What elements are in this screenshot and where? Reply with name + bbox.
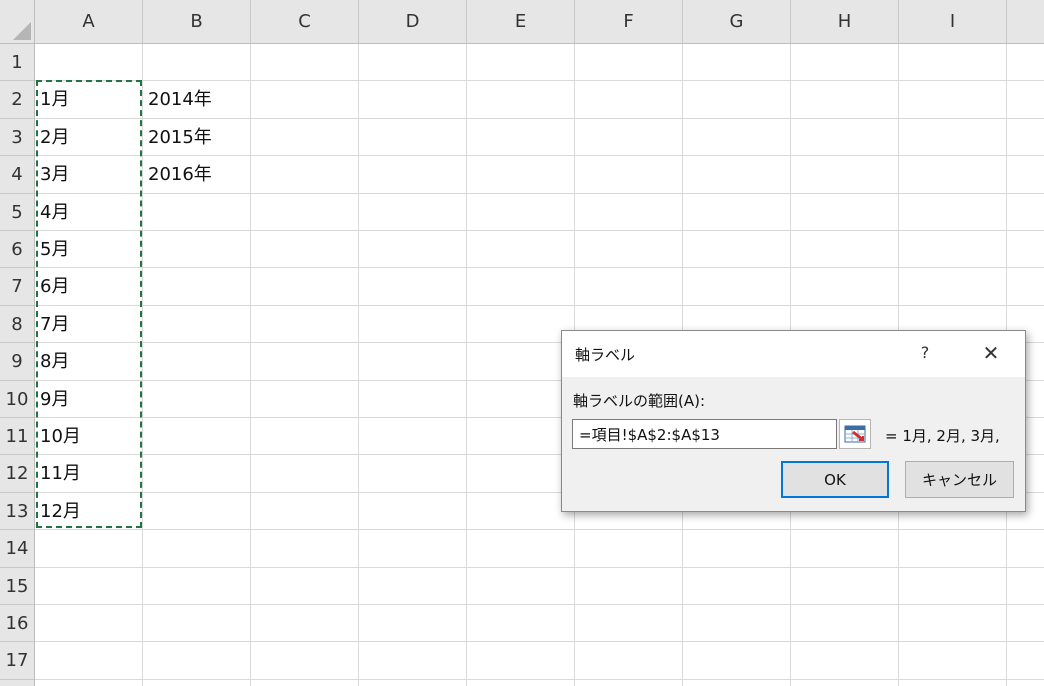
select-all-button[interactable] [0, 0, 35, 44]
grid-hline [35, 678, 1044, 680]
select-all-triangle-icon [13, 22, 31, 40]
row-headers: 1 2 3 4 5 6 7 8 9 10 11 12 13 14 15 16 17 [0, 44, 35, 686]
cell-a8[interactable]: 7月 [40, 306, 69, 343]
cell-b2[interactable]: 2014年 [148, 81, 212, 118]
range-select-button[interactable] [839, 419, 871, 449]
cell-b3[interactable]: 2015年 [148, 119, 212, 156]
column-header-d[interactable]: D [359, 0, 467, 43]
column-headers: ABCDEFGHI [35, 0, 1044, 44]
cell-a13[interactable]: 12月 [40, 493, 81, 530]
close-button[interactable]: ✕ [974, 339, 1008, 367]
row-header-5[interactable]: 5 [0, 194, 34, 231]
cell-b4[interactable]: 2016年 [148, 156, 212, 193]
cell-a5[interactable]: 4月 [40, 194, 69, 231]
grid-hline [35, 641, 1044, 643]
row-header-2[interactable]: 2 [0, 81, 34, 119]
cell-a7[interactable]: 6月 [40, 268, 69, 305]
row-header-16[interactable]: 16 [0, 605, 34, 643]
column-header-h[interactable]: H [791, 0, 899, 43]
axis-label-range-label: 軸ラベルの範囲(A): [573, 392, 706, 410]
grid-vline [250, 44, 251, 686]
grid-hline [35, 304, 1044, 306]
row-header-8[interactable]: 8 [0, 306, 34, 344]
cell-a4[interactable]: 3月 [40, 156, 69, 193]
row-header-14[interactable]: 14 [0, 530, 34, 568]
row-header-10[interactable]: 10 [0, 381, 34, 418]
range-select-icon [844, 425, 866, 443]
grid-vline [358, 44, 359, 686]
help-button[interactable]: ? [912, 339, 938, 367]
grid-hline [35, 566, 1044, 568]
column-header-b[interactable]: B [143, 0, 251, 43]
row-header-3[interactable]: 3 [0, 119, 34, 157]
cell-a12[interactable]: 11月 [40, 455, 81, 492]
cell-a10[interactable]: 9月 [40, 381, 69, 418]
cell-a11[interactable]: 10月 [40, 418, 81, 455]
grid-vline [142, 44, 143, 686]
close-icon: ✕ [982, 341, 1000, 365]
row-header-6[interactable]: 6 [0, 231, 34, 269]
dialog-titlebar[interactable]: 軸ラベル ? ✕ [562, 331, 1025, 377]
grid-hline [35, 529, 1044, 531]
range-preview-text: = 1月, 2月, 3月, [885, 427, 1000, 445]
column-header-f[interactable]: F [575, 0, 683, 43]
row-header-17[interactable]: 17 [0, 642, 34, 680]
cell-a3[interactable]: 2月 [40, 119, 69, 156]
column-header-i[interactable]: I [899, 0, 1007, 43]
axis-label-range-input[interactable] [572, 419, 837, 449]
column-header-a[interactable]: A [35, 0, 143, 43]
row-header-1[interactable]: 1 [0, 44, 34, 82]
grid-hline [35, 604, 1044, 605]
row-header-9[interactable]: 9 [0, 343, 34, 381]
column-header-c[interactable]: C [251, 0, 359, 43]
grid-vline [466, 44, 467, 686]
cell-a2[interactable]: 1月 [40, 81, 69, 118]
grid-hline [35, 230, 1044, 231]
row-header-4[interactable]: 4 [0, 156, 34, 194]
cancel-button[interactable]: キャンセル [905, 461, 1014, 498]
column-header-g[interactable]: G [683, 0, 791, 43]
cell-a6[interactable]: 5月 [40, 231, 69, 268]
row-header-11[interactable]: 11 [0, 418, 34, 456]
column-header-e[interactable]: E [467, 0, 575, 43]
row-header-13[interactable]: 13 [0, 493, 34, 531]
axis-label-dialog: 軸ラベル ? ✕ 軸ラベルの範囲(A): = 1月, 2月, 3月, OK キャ… [561, 330, 1026, 512]
dialog-title: 軸ラベル [575, 346, 636, 364]
cell-a9[interactable]: 8月 [40, 343, 69, 380]
row-header-7[interactable]: 7 [0, 268, 34, 306]
row-header-15[interactable]: 15 [0, 568, 34, 605]
grid-hline [35, 267, 1044, 269]
row-header-12[interactable]: 12 [0, 455, 34, 493]
ok-button[interactable]: OK [781, 461, 889, 498]
